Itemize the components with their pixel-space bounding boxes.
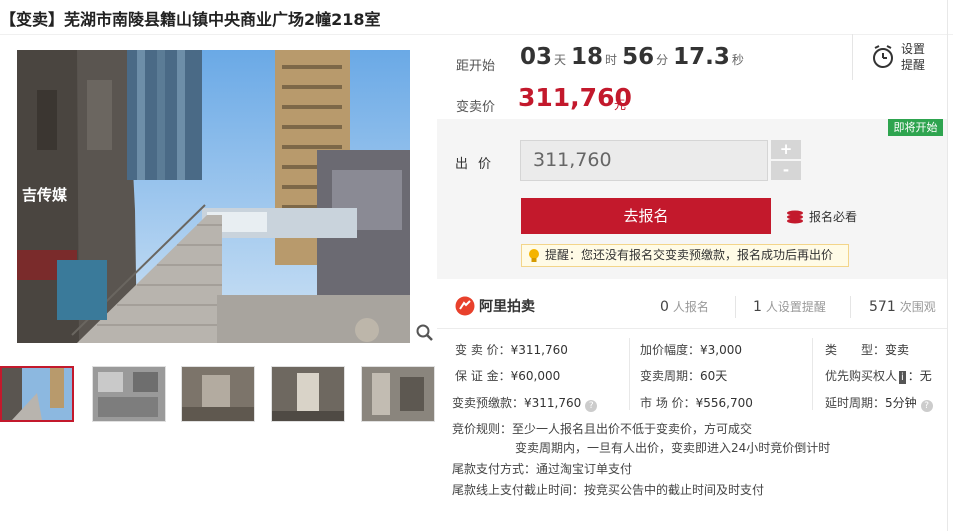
payment-rule: 尾款支付方式：通过淘宝订单支付	[452, 460, 632, 477]
stat-divider	[850, 296, 851, 318]
detail-sale-price-label: 变 卖 价：	[455, 343, 511, 357]
views-stat: 571 次围观	[869, 298, 936, 315]
detail-period-value: 60天	[700, 369, 728, 383]
countdown-minutes-unit: 分	[656, 53, 669, 67]
auction-logo-icon	[455, 296, 475, 316]
stats-divider	[437, 328, 947, 329]
detail-increment: 加价幅度：¥3,000	[640, 341, 742, 358]
zoom-icon[interactable]	[416, 324, 434, 342]
thumbnail-3[interactable]	[181, 366, 255, 422]
lightbulb-icon	[529, 249, 539, 262]
alarm-clock-icon	[873, 45, 893, 68]
sale-price-unit: 元	[614, 98, 627, 112]
thumbnail-strip	[0, 366, 436, 424]
detail-prepay-value: ¥311,760	[524, 396, 582, 410]
detail-deposit: 保 证 金：¥60,000	[455, 367, 560, 384]
countdown-hours: 18	[571, 44, 604, 70]
deadline-label: 尾款线上支付截止时间：	[452, 483, 585, 497]
payment-label: 尾款支付方式：	[452, 462, 537, 476]
detail-column-divider	[629, 338, 630, 410]
must-read-link[interactable]: 报名必看	[786, 208, 857, 225]
bid-rule-line-2: 变卖周期内，一旦有人出价，变卖即进入24小时竞价倒计时	[515, 441, 831, 455]
signup-tip-text: 提醒：您还没有报名交变卖预缴款，报名成功后再出价	[545, 248, 834, 262]
detail-prepay-label: 变卖预缴款：	[452, 396, 525, 410]
reminders-count: 1	[753, 299, 762, 315]
bid-input[interactable]: 311,760	[520, 140, 768, 181]
help-icon[interactable]: ?	[585, 400, 598, 412]
views-count: 571	[869, 299, 896, 315]
stat-divider	[735, 296, 736, 318]
countdown-minutes: 56	[622, 44, 655, 70]
sale-price-label: 变卖价	[456, 100, 496, 115]
header-divider	[0, 34, 953, 35]
countdown-seconds-unit: 秒	[731, 53, 744, 67]
detail-increment-label: 加价幅度：	[640, 343, 701, 357]
detail-deposit-label: 保 证 金：	[455, 369, 511, 383]
bid-rule-label: 竞价规则：	[452, 422, 513, 436]
detail-priority-value: ：无	[907, 369, 932, 383]
photo-sign-text: 吉传媒	[22, 186, 68, 204]
main-photo[interactable]: 吉传媒	[17, 50, 410, 343]
coins-icon	[787, 210, 803, 223]
detail-priority: 优先购买权人 i ：无	[825, 367, 932, 384]
bid-increase-button[interactable]: +	[771, 140, 801, 159]
countdown-days: 03	[520, 44, 553, 70]
logo-text: 阿里拍卖	[479, 299, 535, 315]
page-title: 【变卖】芜湖市南陵县籍山镇中央商业广场2幢218室	[0, 10, 381, 29]
signups-label: 人报名	[672, 300, 709, 314]
detail-increment-value: ¥3,000	[700, 343, 743, 357]
building-photo: 吉传媒	[17, 50, 410, 343]
right-border	[947, 0, 948, 531]
detail-type-value: 变卖	[885, 343, 910, 357]
detail-market-price: 市 场 价：¥556,700	[640, 394, 753, 411]
detail-sale-price: 变 卖 价：¥311,760	[455, 341, 568, 358]
detail-delay-label: 延时周期：	[825, 396, 886, 410]
detail-type-label: 类 型：	[825, 343, 886, 357]
deadline-rule: 尾款线上支付截止时间：按竞买公告中的截止时间及时支付	[452, 481, 764, 498]
bid-decrease-button[interactable]: -	[771, 161, 801, 180]
countdown-days-unit: 天	[554, 53, 567, 67]
detail-delay: 延时周期：5分钟?	[825, 394, 933, 412]
detail-prepay: 变卖预缴款：¥311,760?	[452, 394, 598, 412]
signups-stat: 0 人报名	[660, 298, 709, 315]
signups-count: 0	[660, 299, 669, 315]
status-badge: 即将开始	[888, 119, 943, 136]
views-label: 次围观	[899, 300, 936, 314]
detail-deposit-value: ¥60,000	[510, 369, 561, 383]
reminders-label: 人设置提醒	[765, 300, 826, 314]
countdown-seconds: 17.3	[673, 44, 730, 70]
alibaba-auction-logo[interactable]: 阿里拍卖	[455, 296, 535, 316]
info-badge-icon[interactable]: i	[899, 371, 906, 384]
must-read-label: 报名必看	[809, 210, 858, 224]
detail-column-divider	[812, 338, 813, 410]
countdown-hours-unit: 时	[605, 53, 618, 67]
detail-period-label: 变卖周期：	[640, 369, 701, 383]
thumbnail-4[interactable]	[271, 366, 345, 422]
deadline-text: 按竞买公告中的截止时间及时支付	[584, 483, 765, 497]
reminder-label: 设置提醒	[901, 42, 926, 72]
signup-tip: 提醒：您还没有报名交变卖预缴款，报名成功后再出价	[521, 244, 849, 267]
bid-rule-line-1: 竞价规则：至少一人报名且出价不低于变卖价，方可成交	[452, 420, 752, 437]
signup-button[interactable]: 去报名	[521, 198, 771, 234]
help-icon[interactable]: ?	[920, 400, 933, 412]
detail-market-value: ¥556,700	[695, 396, 753, 410]
detail-type: 类 型：变卖	[825, 341, 909, 358]
set-reminder-button[interactable]: 设置提醒	[852, 34, 947, 80]
thumbnail-5[interactable]	[361, 366, 435, 422]
thumbnail-2[interactable]	[92, 366, 166, 422]
detail-market-label: 市 场 价：	[640, 396, 696, 410]
countdown-label: 距开始	[456, 59, 496, 74]
thumbnail-1[interactable]	[0, 366, 74, 422]
detail-period: 变卖周期：60天	[640, 367, 727, 384]
detail-delay-value: 5分钟	[885, 396, 917, 410]
detail-priority-label: 优先购买权人	[825, 369, 898, 383]
reminders-stat: 1 人设置提醒	[753, 298, 826, 315]
bid-rule-text-1: 至少一人报名且出价不低于变卖价，方可成交	[512, 422, 753, 436]
payment-text: 通过淘宝订单支付	[536, 462, 633, 476]
bid-label: 出价	[455, 157, 502, 172]
countdown: 03 天 18 时 56 分 17.3 秒	[520, 44, 749, 70]
detail-sale-price-value: ¥311,760	[510, 343, 568, 357]
